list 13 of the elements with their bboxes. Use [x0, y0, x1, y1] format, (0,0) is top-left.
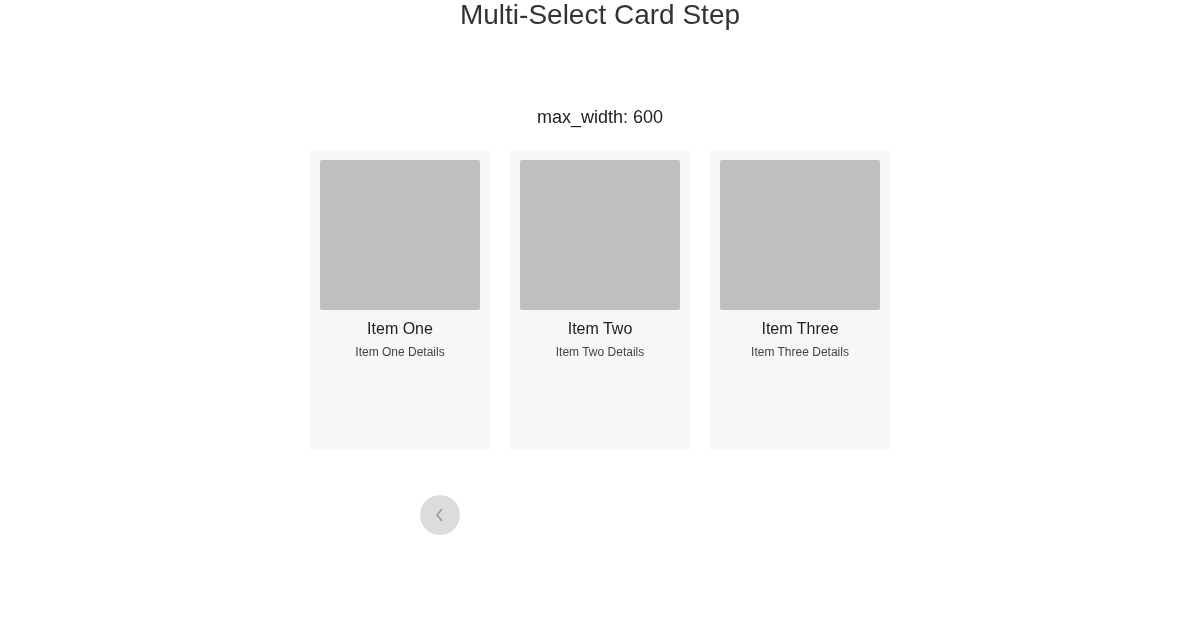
card-details: Item One Details	[355, 345, 445, 359]
card-title: Item One	[367, 320, 433, 338]
card-title: Item Three	[761, 320, 839, 338]
page-title: Multi-Select Card Step	[459, 0, 741, 30]
item-card[interactable]: Item Two Item Two Details	[510, 150, 690, 450]
card-details: Item Three Details	[751, 345, 849, 359]
item-card[interactable]: Item Three Item Three Details	[710, 150, 890, 450]
card-details: Item Two Details	[555, 345, 645, 359]
item-card[interactable]: Item One Item One Details	[310, 150, 490, 450]
chevron-left-icon	[435, 508, 445, 522]
card-title: Item Two	[567, 320, 633, 338]
back-button[interactable]	[420, 495, 460, 535]
width-caption: max_width: 600	[536, 106, 664, 130]
